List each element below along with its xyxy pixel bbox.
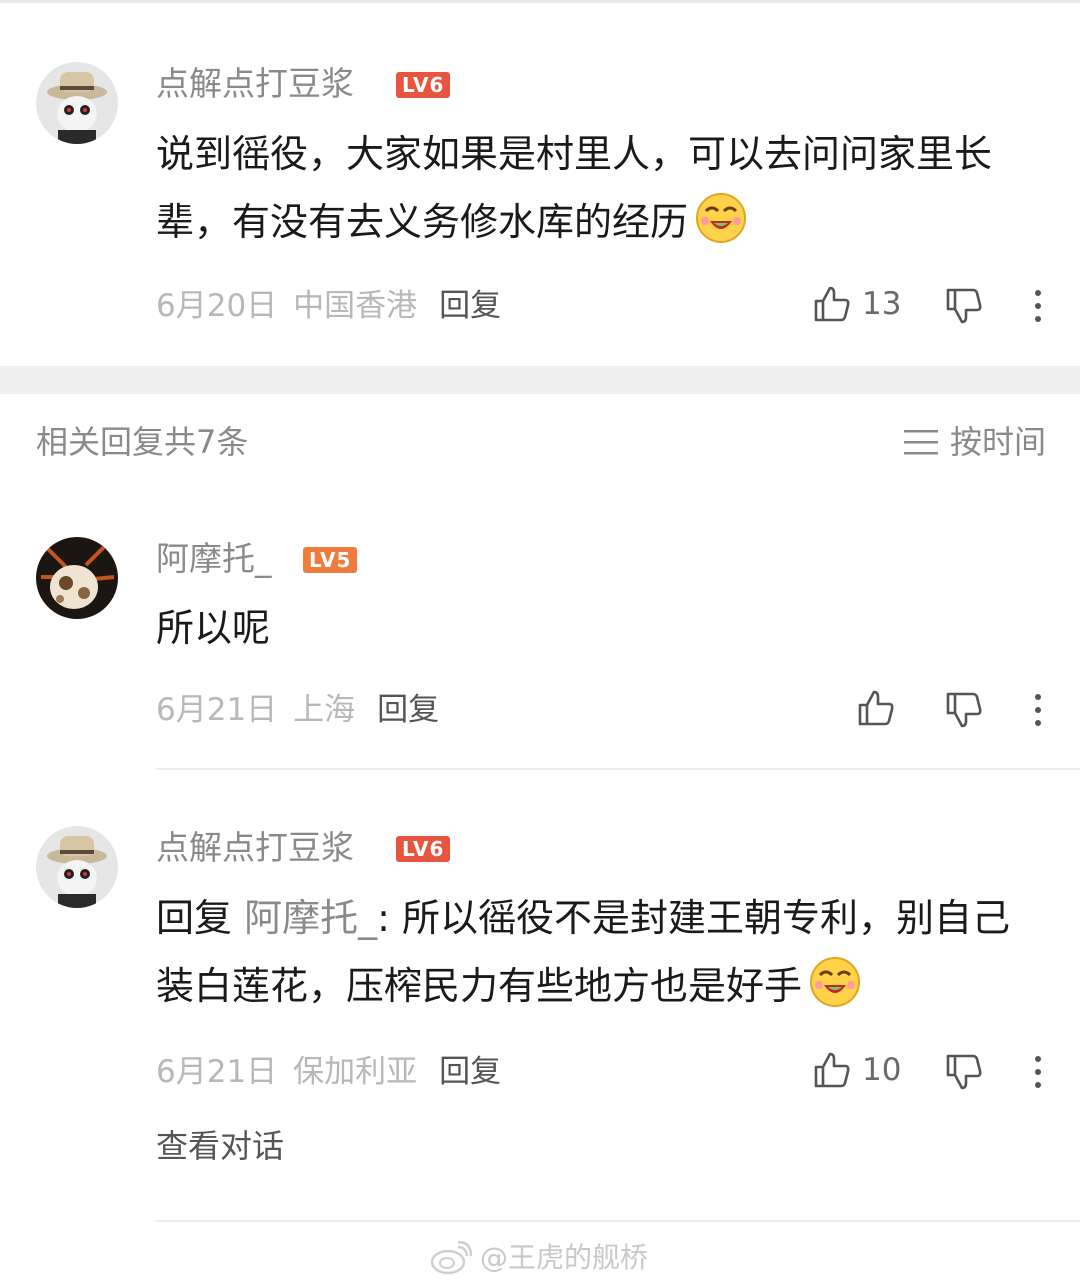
comment-text: 所以呢 [156,594,1036,662]
comment-text: 回复 阿摩托_: 所以徭役不是封建王朝专利，别自己装白莲花，压榨民力有些地方也是… [156,884,1036,1020]
level-badge: LV6 [396,836,451,862]
like-count: 13 [862,286,902,322]
like-button[interactable]: 10 [812,1050,901,1090]
section-separator [0,366,1080,394]
more-button[interactable] [1030,692,1046,728]
reply-button[interactable]: 回复 [439,288,501,324]
comment-text: 说到徭役，大家如果是村里人，可以去问问家里长辈，有没有去义务修水库的经历 [156,120,1036,256]
more-button[interactable] [1030,288,1046,324]
level-badge: LV6 [396,72,451,98]
dislike-button[interactable] [944,690,984,730]
level-badge: LV5 [303,547,358,573]
reply-divider [156,1220,1080,1222]
top-divider [0,0,1080,3]
comment-date: 6月21日 [156,692,278,728]
mention-link[interactable]: 阿摩托_ [244,896,377,940]
thumbs-down-icon [946,1054,982,1090]
thumbs-up-icon [858,690,894,726]
thumbs-down-icon [946,288,982,324]
comment-body: 所以呢 [156,606,271,650]
dislike-button[interactable] [944,286,984,326]
more-button[interactable] [1030,1054,1046,1090]
more-vertical-icon [1035,1056,1041,1088]
username[interactable]: 点解点打豆浆 [156,828,354,868]
comment-location: 保加利亚 [293,1054,418,1090]
comment-meta: 6月21日 上海 回复 [156,690,439,730]
watermark-text: @王虎的舰桥 [480,1241,649,1274]
sort-label: 按时间 [949,423,1046,461]
comment-date: 6月20日 [156,288,278,324]
like-count: 10 [862,1052,902,1088]
comment-meta: 6月20日 中国香港 回复 [156,286,501,326]
reply-divider [156,768,1080,770]
comment-meta: 6月21日 保加利亚 回复 [156,1052,501,1092]
grinning-emoji-icon [696,193,747,243]
weibo-logo-icon [430,1241,472,1275]
sort-lines-icon [903,430,938,455]
reply-prefix: 回复 [156,896,233,940]
avatar[interactable] [36,537,118,619]
related-replies-title: 相关回复共7条 [36,423,249,461]
like-button[interactable]: 13 [812,284,901,324]
like-button[interactable] [856,688,896,728]
avatar[interactable] [36,826,118,908]
reply-button[interactable]: 回复 [377,692,439,728]
watermark: @王虎的舰桥 [430,1238,648,1278]
more-vertical-icon [1035,290,1041,322]
thumbs-up-icon [814,286,850,322]
username[interactable]: 点解点打豆浆 [156,64,354,104]
comment-body: 说到徭役，大家如果是村里人，可以去问问家里长辈，有没有去义务修水库的经历 [156,132,993,244]
view-conversation-link[interactable]: 查看对话 [156,1126,284,1166]
thumbs-up-icon [814,1052,850,1088]
dislike-button[interactable] [944,1052,984,1092]
comment-date: 6月21日 [156,1054,278,1090]
comment-location: 上海 [293,692,356,728]
avatar[interactable] [36,62,118,144]
comment-location: 中国香港 [293,288,418,324]
thumbs-down-icon [946,692,982,728]
sort-button[interactable]: 按时间 [903,422,1046,462]
grinning-emoji-icon [810,957,861,1007]
reply-button[interactable]: 回复 [439,1054,501,1090]
username[interactable]: 阿摩托_ [156,539,272,579]
more-vertical-icon [1035,694,1041,726]
